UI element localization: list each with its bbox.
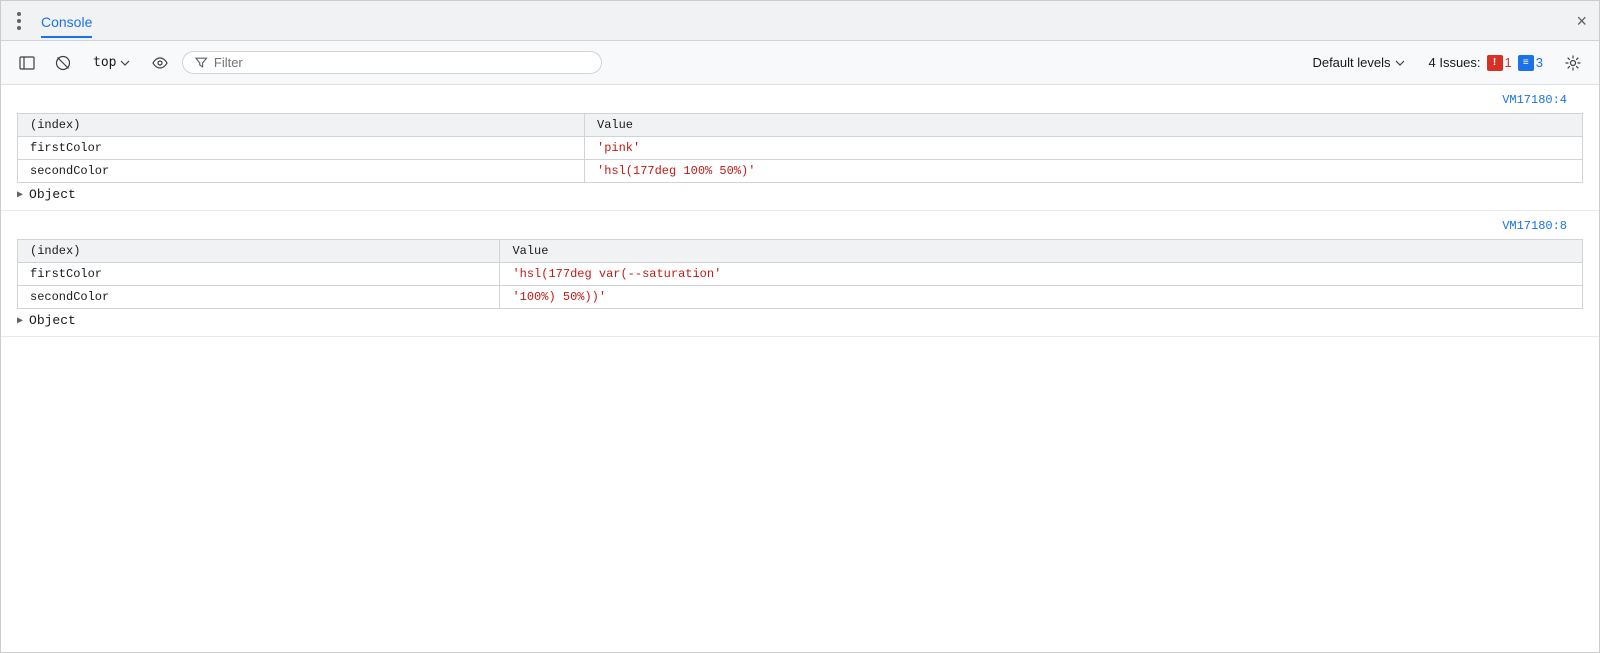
error-count: 1 xyxy=(1505,55,1512,70)
title-bar-left: Console xyxy=(13,4,92,38)
table-row: firstColor 'pink' xyxy=(18,137,1583,160)
sidebar-toggle-button[interactable] xyxy=(13,49,41,77)
default-levels-button[interactable]: Default levels xyxy=(1304,52,1412,73)
object-expander-2[interactable]: ▶ Object xyxy=(1,309,1599,332)
table-cell-value: 'hsl(177deg 100% 50%)' xyxy=(585,160,1583,183)
table-cell-value: '100%) 50%))' xyxy=(500,286,1583,309)
context-label: top xyxy=(93,55,116,70)
table-cell-value: 'pink' xyxy=(585,137,1583,160)
warning-count-badge[interactable]: ≡ 3 xyxy=(1518,55,1543,71)
clear-icon xyxy=(55,55,71,71)
table-header-value-1: Value xyxy=(585,114,1583,137)
object-label-1: Object xyxy=(29,187,76,202)
source-link-1[interactable]: VM17180:4 xyxy=(1502,91,1583,109)
close-button[interactable]: × xyxy=(1576,12,1587,30)
object-label-2: Object xyxy=(29,313,76,328)
devtools-window: Console × top xyxy=(0,0,1600,653)
console-content: VM17180:4 (index) Value firstColor 'pink… xyxy=(1,85,1599,652)
table-row: secondColor '100%) 50%))' xyxy=(18,286,1583,309)
triangle-icon: ▶ xyxy=(17,189,23,201)
console-tab[interactable]: Console xyxy=(41,4,92,38)
table-cell-index: secondColor xyxy=(18,160,585,183)
error-count-badge[interactable]: ! 1 xyxy=(1487,55,1512,71)
table-header-value-2: Value xyxy=(500,240,1583,263)
toolbar: top Default levels xyxy=(1,41,1599,85)
table-header-index-2: (index) xyxy=(18,240,500,263)
table-row: firstColor 'hsl(177deg var(--saturation' xyxy=(18,263,1583,286)
clear-console-button[interactable] xyxy=(49,49,77,77)
console-table-1: (index) Value firstColor 'pink' secondCo… xyxy=(17,113,1583,183)
table-cell-value: 'hsl(177deg var(--saturation' xyxy=(500,263,1583,286)
console-table-2: (index) Value firstColor 'hsl(177deg var… xyxy=(17,239,1583,309)
gear-icon xyxy=(1565,55,1581,71)
object-expander-1[interactable]: ▶ Object xyxy=(1,183,1599,206)
table-header-index-1: (index) xyxy=(18,114,585,137)
issues-count: 4 Issues: ! 1 ≡ 3 xyxy=(1421,55,1552,71)
sidebar-icon xyxy=(19,55,35,71)
filter-input[interactable] xyxy=(214,55,590,70)
title-bar: Console × xyxy=(1,1,1599,41)
live-expressions-button[interactable] xyxy=(146,49,174,77)
error-icon: ! xyxy=(1487,55,1503,71)
context-selector[interactable]: top xyxy=(85,52,138,73)
more-options-button[interactable] xyxy=(13,8,25,34)
issues-label: 4 Issues: xyxy=(1429,55,1481,70)
levels-chevron-icon xyxy=(1395,60,1405,66)
filter-icon xyxy=(195,56,207,69)
table-row: secondColor 'hsl(177deg 100% 50%)' xyxy=(18,160,1583,183)
filter-wrapper xyxy=(182,51,602,74)
table-cell-index: secondColor xyxy=(18,286,500,309)
source-link-2[interactable]: VM17180:8 xyxy=(1502,217,1583,235)
eye-icon xyxy=(152,55,168,71)
table-cell-index: firstColor xyxy=(18,137,585,160)
default-levels-label: Default levels xyxy=(1312,55,1390,70)
warning-count: 3 xyxy=(1536,55,1543,70)
settings-button[interactable] xyxy=(1559,49,1587,77)
info-icon: ≡ xyxy=(1518,55,1534,71)
chevron-down-icon xyxy=(120,60,130,66)
table-cell-index: firstColor xyxy=(18,263,500,286)
log-entry: VM17180:4 (index) Value firstColor 'pink… xyxy=(1,85,1599,211)
log-entry: VM17180:8 (index) Value firstColor 'hsl(… xyxy=(1,211,1599,337)
triangle-icon: ▶ xyxy=(17,315,23,327)
